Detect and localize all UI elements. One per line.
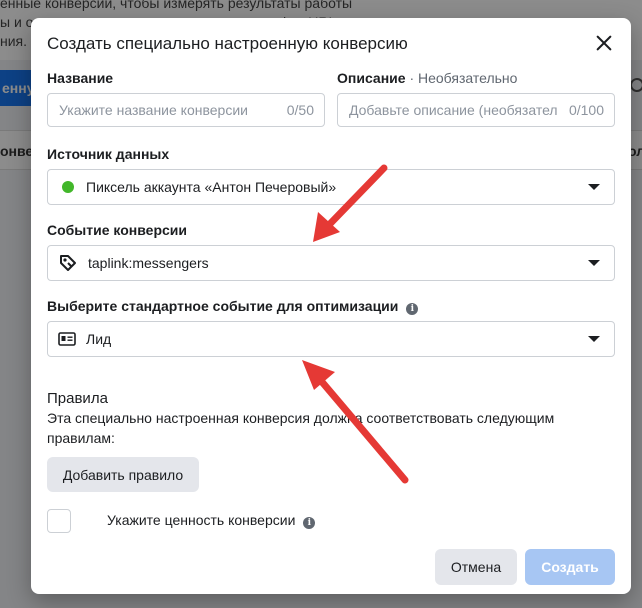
conversion-event-value: taplink:messengers: [88, 255, 209, 271]
info-icon[interactable]: i: [303, 517, 316, 529]
create-button[interactable]: Создать: [525, 549, 615, 585]
cancel-button[interactable]: Отмена: [435, 549, 517, 585]
description-label-text: Описание: [337, 70, 406, 86]
standard-event-value: Лид: [86, 331, 112, 347]
id-card-icon: [58, 332, 76, 346]
tag-icon: [60, 255, 76, 271]
description-counter: 0/100: [568, 102, 604, 118]
standard-event-label: Выберите стандартное событие для оптимиз…: [47, 298, 419, 315]
data-source-label: Источник данных: [47, 146, 170, 162]
background-column-left: онве: [0, 143, 34, 159]
background-text-line: енные конверсии, чтобы измерять результа…: [0, 0, 353, 11]
create-conversion-dialog: Создать специально настроенную конверсию…: [31, 18, 631, 594]
dialog-title: Создать специально настроенную конверсию: [47, 34, 408, 53]
optional-label: · Необязательно: [409, 70, 518, 86]
rules-description: Эта специально настроенная конверсия дол…: [47, 410, 555, 446]
description-input[interactable]: Добавьте описание (необязател 0/100: [337, 93, 615, 127]
data-source-value: Пиксель аккаунта «Антон Печеровый»: [86, 179, 337, 195]
description-label: Описание · Необязательно: [337, 70, 517, 86]
standard-event-label-text: Выберите стандартное событие для оптимиз…: [47, 298, 399, 314]
add-rule-button[interactable]: Добавить правило: [47, 457, 199, 492]
status-dot-icon: [62, 181, 74, 193]
data-source-select[interactable]: Пиксель аккаунта «Антон Печеровый»: [47, 169, 615, 205]
name-label: Название: [47, 70, 114, 86]
conversion-value-label-text: Укажите ценность конверсии: [107, 512, 296, 528]
rules-title: Правила: [47, 390, 108, 407]
conversion-event-label: Событие конверсии: [47, 222, 187, 238]
caret-down-icon: [588, 336, 600, 342]
close-icon[interactable]: [595, 34, 613, 52]
conversion-value-label: Укажите ценность конверсии i: [107, 512, 316, 529]
name-input[interactable]: Укажите название конверсии 0/50: [47, 93, 325, 127]
name-counter: 0/50: [286, 102, 314, 118]
background-search-icon: [630, 78, 642, 92]
standard-event-select[interactable]: Лид: [47, 321, 615, 357]
caret-down-icon: [588, 184, 600, 190]
caret-down-icon: [588, 260, 600, 266]
info-icon[interactable]: i: [406, 303, 419, 315]
conversion-value-checkbox[interactable]: [47, 509, 71, 533]
description-placeholder: Добавьте описание (необязател: [349, 102, 558, 118]
conversion-event-select[interactable]: taplink:messengers: [47, 245, 615, 281]
name-placeholder: Укажите название конверсии: [59, 102, 248, 118]
